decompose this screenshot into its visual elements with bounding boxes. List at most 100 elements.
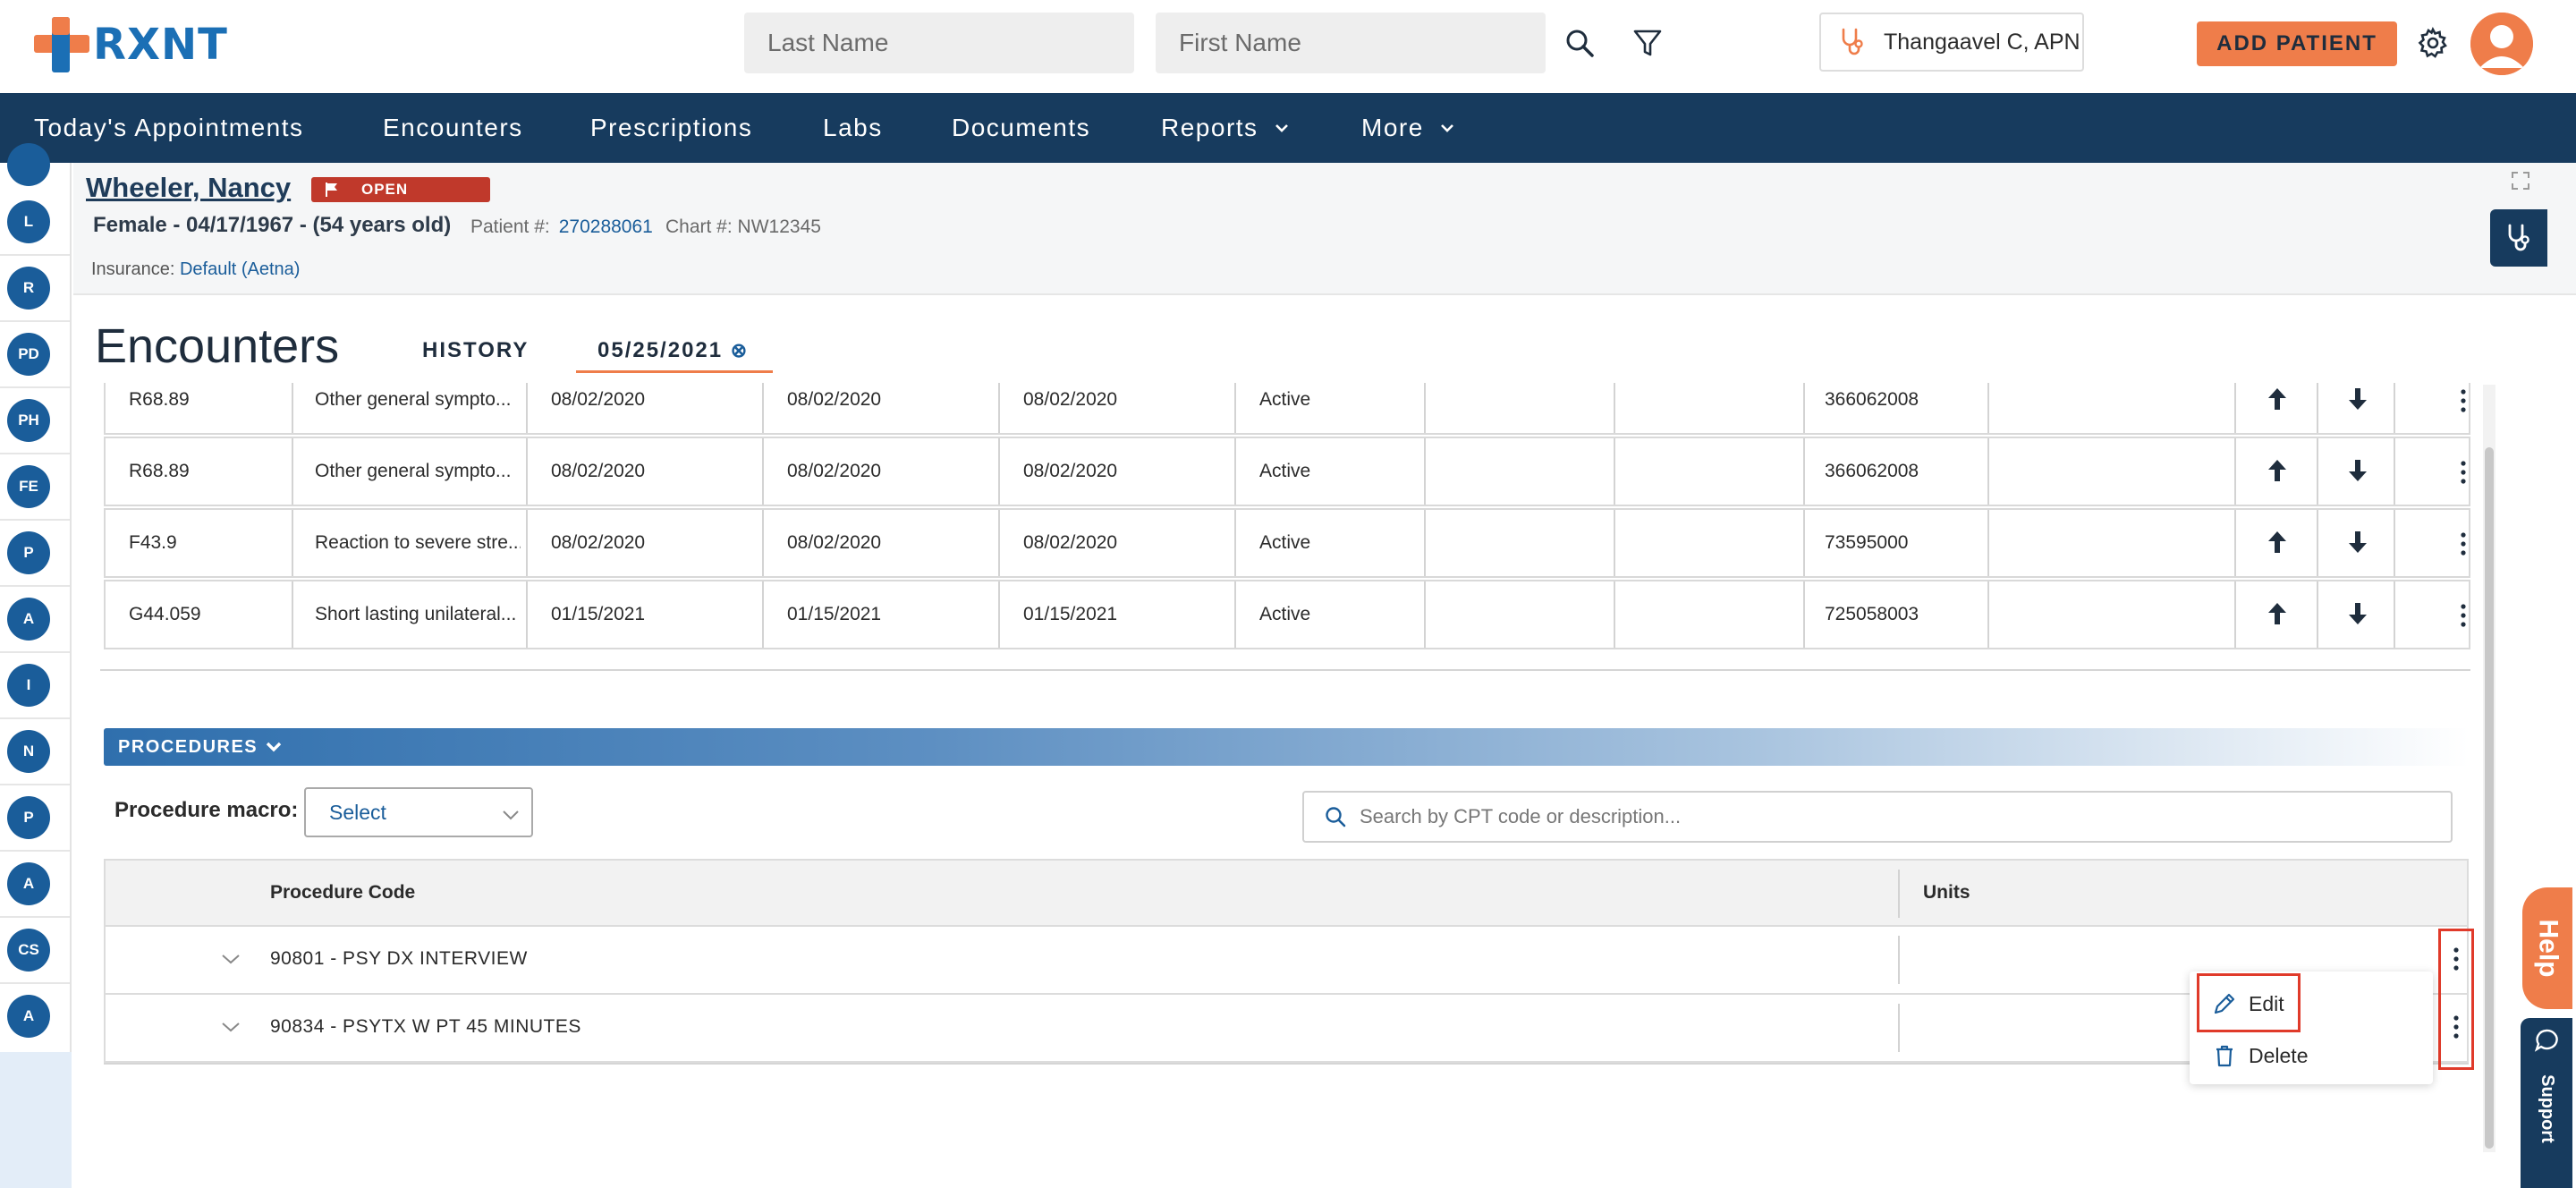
tab-history[interactable]: HISTORY (422, 338, 529, 363)
cpt-search-input[interactable]: Search by CPT code or description... (1302, 791, 2453, 843)
table-row: G44.059 Short lasting unilateral... 01/1… (104, 580, 2470, 649)
divider (1898, 870, 1900, 918)
divider (0, 585, 70, 587)
sidebar-item[interactable]: A (7, 995, 50, 1038)
sidebar-item[interactable]: A (7, 598, 50, 641)
more-vertical-icon[interactable] (2453, 454, 2470, 490)
divider (2317, 383, 2318, 433)
patient-demographics: Female - 04/17/1967 - (54 years old) (93, 213, 452, 237)
sidebar-item[interactable]: R (7, 267, 50, 310)
dx-status: Active (1259, 532, 1311, 553)
gear-icon[interactable] (2411, 21, 2454, 64)
divider (1898, 1004, 1900, 1052)
sidebar-item[interactable]: L (7, 200, 50, 243)
sidebar-item[interactable]: PH (7, 399, 50, 442)
sidebar-item[interactable]: N (7, 730, 50, 773)
divider (1803, 383, 1805, 433)
dx-date: 08/02/2020 (787, 532, 882, 553)
patient-name-link[interactable]: Wheeler, Nancy (86, 172, 291, 204)
dx-description: Other general sympto... (315, 461, 512, 481)
divider (2394, 383, 2395, 433)
divider (2317, 510, 2318, 576)
add-patient-button[interactable]: ADD PATIENT (2197, 21, 2397, 66)
nav-documents[interactable]: Documents (952, 93, 1090, 163)
provider-selector[interactable]: Thangaavel C, APN (1819, 13, 2084, 72)
sidebar-item[interactable]: P (7, 796, 50, 839)
more-vertical-icon[interactable] (2453, 526, 2470, 562)
chat-bubble-icon (2534, 1029, 2558, 1052)
divider (2234, 510, 2236, 576)
dx-description: Other general sympto... (315, 389, 512, 410)
rxnt-cross-icon (34, 17, 89, 72)
dx-snomed: 366062008 (1825, 389, 1919, 410)
procedure-code: 90834 - PSYTX W PT 45 MINUTES (270, 1016, 581, 1037)
user-avatar-icon (2470, 13, 2533, 75)
procedure-macro-select[interactable]: Select (304, 787, 533, 837)
divider (526, 510, 528, 576)
filter-icon[interactable] (1626, 21, 1669, 64)
expand-icon[interactable] (2510, 170, 2531, 191)
divider (1803, 438, 1805, 505)
sidebar-item-partial[interactable] (7, 143, 50, 186)
table-row: R68.89 Other general sympto... 08/02/202… (104, 437, 2470, 506)
patient-number-link[interactable]: 270288061 (559, 216, 653, 237)
nav-encounters[interactable]: Encounters (383, 93, 523, 163)
sidebar-item[interactable]: A (7, 862, 50, 905)
arrow-down-icon[interactable] (2338, 594, 2377, 633)
clinical-panel-tab[interactable] (2490, 209, 2547, 267)
rxnt-logo[interactable]: RXNT (34, 17, 228, 72)
nav-label: Documents (952, 114, 1091, 141)
arrow-down-icon[interactable] (2338, 383, 2377, 419)
sidebar-item[interactable]: P (7, 531, 50, 574)
nav-prescriptions[interactable]: Prescriptions (590, 93, 752, 163)
divider (0, 519, 70, 521)
tab-encounter-date[interactable]: 05/25/2021 ⊗ (597, 338, 749, 363)
arrow-up-icon[interactable] (2258, 451, 2297, 490)
divider (1234, 438, 1236, 505)
sidebar-item[interactable]: I (7, 664, 50, 707)
help-button[interactable]: Help (2522, 887, 2572, 1009)
nav-todays-appointments[interactable]: Today's Appointments (34, 93, 304, 163)
more-vertical-icon[interactable] (2453, 598, 2470, 633)
arrow-down-icon[interactable] (2338, 451, 2377, 490)
support-button[interactable]: Support (2521, 1018, 2572, 1188)
sidebar-item[interactable]: CS (7, 929, 50, 972)
scrollbar-thumb[interactable] (2485, 447, 2494, 1149)
arrow-up-icon[interactable] (2258, 522, 2297, 562)
arrow-up-icon[interactable] (2258, 594, 2297, 633)
divider (1614, 383, 1615, 433)
close-circle-icon[interactable]: ⊗ (731, 339, 749, 361)
sidebar-item[interactable]: PD (7, 333, 50, 376)
dx-description: Reaction to severe stre... (315, 532, 521, 553)
sidebar-item[interactable]: FE (7, 465, 50, 508)
arrow-up-icon[interactable] (2258, 383, 2297, 419)
divider (1987, 581, 1989, 648)
insurance-info: Insurance: Default (Aetna) (91, 259, 300, 280)
search-icon (1326, 807, 1346, 827)
highlight-box (2438, 929, 2474, 1070)
chevron-down-icon[interactable] (220, 1016, 242, 1038)
stethoscope-icon (1842, 28, 1863, 55)
search-icon[interactable] (1558, 21, 1601, 64)
table-row: 90834 - PSYTX W PT 45 MINUTES (104, 995, 2469, 1063)
more-vertical-icon[interactable] (2453, 383, 2470, 419)
insurance-link[interactable]: Default (Aetna) (180, 259, 301, 279)
procedure-macro-label: Procedure macro: (114, 798, 299, 822)
user-avatar[interactable] (2470, 13, 2533, 75)
nav-more[interactable]: More (1361, 93, 1456, 163)
dx-code: R68.89 (129, 389, 190, 410)
divider (0, 784, 70, 785)
nav-labs[interactable]: Labs (823, 93, 883, 163)
delete-menu-item[interactable]: Delete (2211, 1038, 2308, 1073)
arrow-down-icon[interactable] (2338, 522, 2377, 562)
nav-reports[interactable]: Reports (1161, 93, 1291, 163)
last-name-input[interactable] (744, 13, 1134, 73)
chevron-down-icon[interactable] (220, 948, 242, 970)
first-name-input[interactable] (1156, 13, 1546, 73)
divider (292, 383, 293, 433)
procedures-section-toggle[interactable]: PROCEDURES (104, 728, 2469, 766)
divider (1898, 936, 1900, 984)
divider (762, 383, 764, 433)
divider (526, 438, 528, 505)
dx-date: 08/02/2020 (787, 389, 882, 410)
